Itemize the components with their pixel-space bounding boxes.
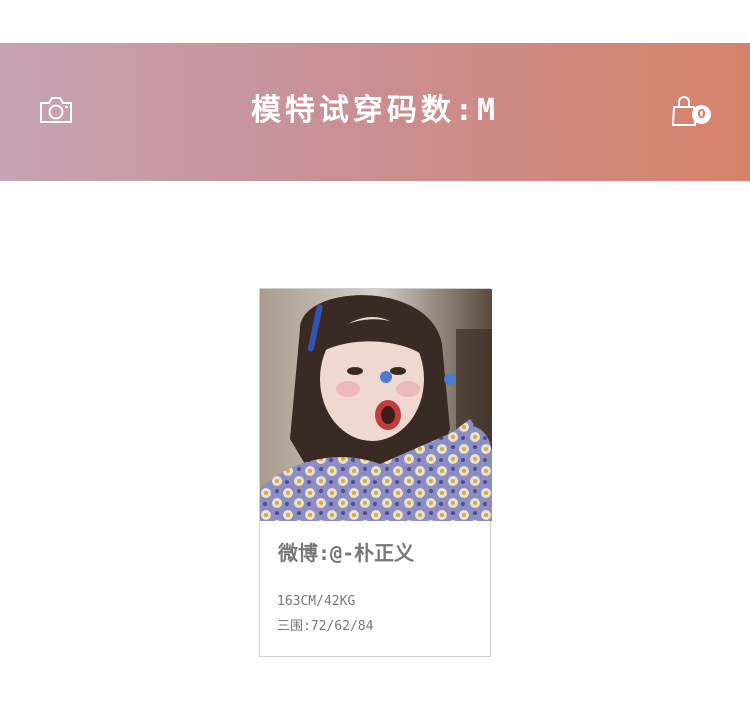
header-bar: 模特试穿码数:M 0 xyxy=(0,43,750,181)
page-title: 模特试穿码数:M xyxy=(250,93,500,128)
model-card: 微博:@-朴正义 163CM/42KG 三围:72/62/84 xyxy=(259,288,492,657)
cart-count-badge: 0 xyxy=(692,105,711,124)
model-height-weight: 163CM/42KG xyxy=(277,594,356,609)
model-photo xyxy=(260,289,492,521)
model-measurements: 三围:72/62/84 xyxy=(277,619,374,634)
model-name: 微博:@-朴正义 xyxy=(278,541,415,565)
shopping-cart-button[interactable]: 0 xyxy=(670,95,714,129)
